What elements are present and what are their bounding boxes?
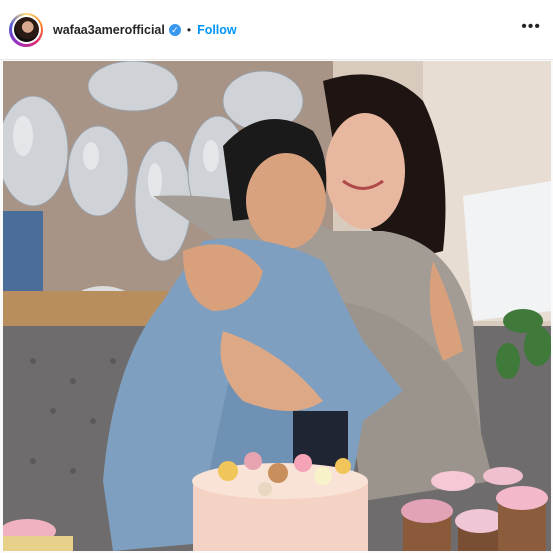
more-options-icon[interactable]: •••: [521, 19, 541, 35]
separator-dot: •: [186, 22, 192, 37]
verified-badge-icon: ✓: [168, 23, 181, 36]
instagram-post: wafaa3amerofficial ✓ • Follow •••: [0, 0, 553, 553]
username-link[interactable]: wafaa3amerofficial: [53, 23, 165, 37]
post-header: wafaa3amerofficial ✓ • Follow •••: [0, 0, 553, 60]
avatar[interactable]: [9, 12, 43, 47]
post-photo-illustration: [3, 61, 551, 551]
avatar-image: [13, 17, 39, 42]
post-photo[interactable]: [3, 61, 551, 551]
follow-button[interactable]: Follow: [197, 23, 237, 37]
